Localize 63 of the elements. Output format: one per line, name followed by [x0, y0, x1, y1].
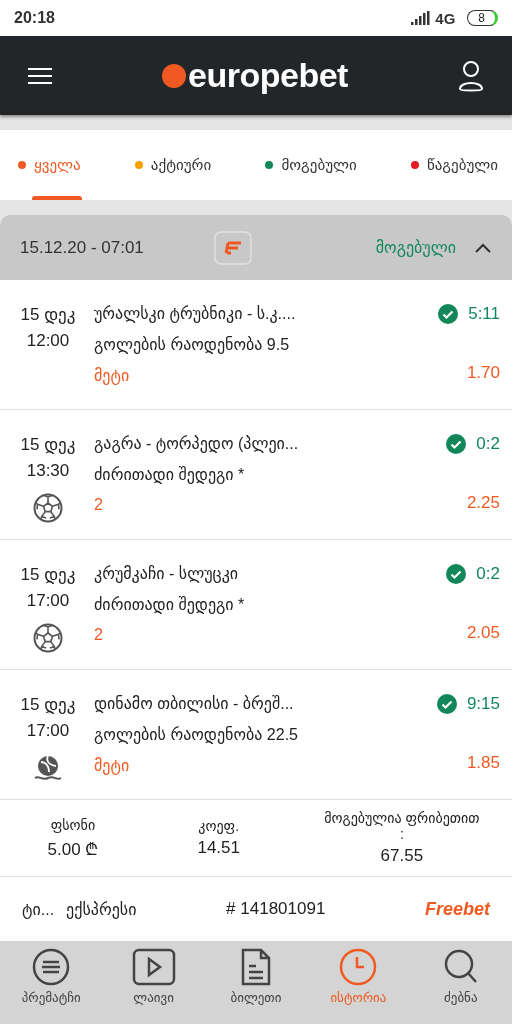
- nav-tab[interactable]: პრემატჩი: [1, 947, 102, 1024]
- nav-tab[interactable]: ძებნა: [410, 947, 511, 1024]
- match-name: გაგრა - ტორპედო (პლეი...: [94, 434, 300, 453]
- clock-icon: [339, 948, 378, 986]
- bet-type-label: ტი...: [22, 899, 55, 919]
- ticket-date: 15.12.20 - 07:01: [20, 237, 145, 258]
- network-label: 4G: [435, 9, 456, 27]
- pick-label: 2: [94, 626, 104, 644]
- bet-date: 15 დეკ: [20, 304, 76, 325]
- odds-value: 2.25: [466, 493, 500, 513]
- market-name: გოლების რაოდენობა 9.5: [94, 335, 291, 354]
- freebet-logo: Freebet: [424, 898, 490, 920]
- ticket-header[interactable]: 15.12.20 - 07:01 მოგებული: [0, 215, 512, 280]
- pick-label: 2: [94, 496, 104, 514]
- bet-type: ექსპრესი: [66, 899, 138, 919]
- clock-time: 20:18: [14, 9, 55, 27]
- score: 5:11: [468, 304, 500, 324]
- match-name: კრუმკაჩი - სლუცკი: [94, 564, 240, 583]
- freebet-icon: [214, 230, 252, 265]
- user-icon[interactable]: [458, 59, 484, 92]
- nav-tab[interactable]: ბილეთი: [205, 947, 306, 1024]
- score: 0:2: [476, 434, 500, 454]
- market-name: ძირითადი შედეგი *: [94, 595, 246, 614]
- bet-date: 15 დეკ: [20, 694, 76, 715]
- odds-value: 1.85: [466, 753, 500, 773]
- bet-time: 17:00: [26, 591, 70, 611]
- summary-label: ფსონი: [50, 816, 96, 833]
- score: 9:15: [466, 694, 500, 714]
- summary-value: 5.00 ₾: [47, 838, 99, 860]
- nav-tab[interactable]: ლაივი: [103, 947, 204, 1024]
- soccer-ball-icon: [33, 623, 63, 653]
- filter-tab[interactable]: აქტიური: [130, 130, 216, 200]
- menu-icon[interactable]: [28, 66, 52, 85]
- water-polo-icon: [33, 753, 63, 783]
- summary-label: მოგებულია ფრიბეთით :: [323, 810, 481, 842]
- pick-label: მეტი: [94, 756, 131, 775]
- bet-time: 17:00: [26, 721, 70, 741]
- document-icon: [239, 948, 272, 986]
- ticket-number: # 141801091: [226, 899, 326, 919]
- odds-value: 2.05: [466, 623, 500, 643]
- bet-date: 15 დეკ: [20, 564, 76, 585]
- logo: europebet: [162, 56, 348, 95]
- summary-value: 67.55: [380, 846, 424, 866]
- filter-tab[interactable]: მოგებული: [261, 130, 361, 200]
- summary-value: 14.51: [197, 838, 240, 858]
- list-icon: [32, 948, 71, 986]
- bet-date: 15 დეკ: [20, 434, 76, 455]
- soccer-ball-icon: [33, 493, 63, 523]
- play-icon: [131, 948, 176, 986]
- ticket-status: მოგებული: [375, 238, 456, 257]
- market-name: ძირითადი შედეგი *: [94, 465, 246, 484]
- market-name: გოლების რაოდენობა 22.5: [94, 725, 299, 744]
- match-name: დინამო თბილისი - ბრეშ...: [94, 694, 295, 713]
- match-name: ურალსკი ტრუბნიკი - ს.კ....: [94, 304, 297, 323]
- bet-time: 13:30: [26, 461, 70, 481]
- pick-label: მეტი: [94, 366, 131, 385]
- signal-icon: [411, 11, 432, 25]
- filter-tab[interactable]: წაგებული: [406, 130, 502, 200]
- summary-label: კოეფ.: [198, 818, 240, 834]
- chevron-icon[interactable]: [474, 241, 492, 254]
- bet-time: 12:00: [26, 331, 70, 351]
- score: 0:2: [476, 564, 500, 584]
- odds-value: 1.70: [466, 363, 500, 383]
